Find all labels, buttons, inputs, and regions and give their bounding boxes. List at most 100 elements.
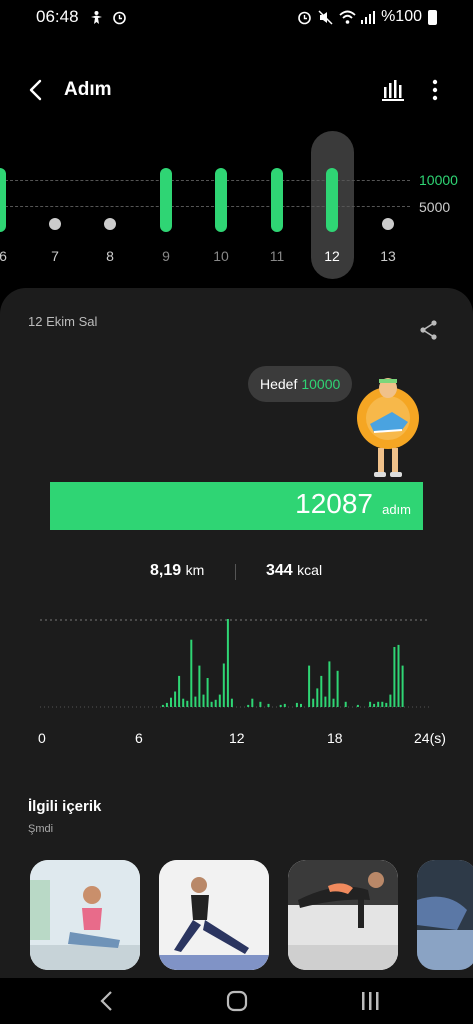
hourly-bar xyxy=(251,698,254,707)
hourly-steps-chart: 0 6 12 18 24(s) xyxy=(38,618,446,746)
back-arrow-icon[interactable] xyxy=(22,76,50,104)
hourly-bar xyxy=(389,694,392,707)
nav-home-icon[interactable] xyxy=(222,986,252,1016)
steps-count: 12087 xyxy=(295,488,373,519)
hourly-bar xyxy=(320,675,323,707)
day-label-11[interactable]: 11 xyxy=(262,248,292,264)
day-label-6[interactable]: 6 xyxy=(0,248,18,264)
day-bar-11[interactable] xyxy=(271,168,283,232)
hourly-bar xyxy=(218,694,221,707)
goal-low-label: 5000 xyxy=(419,199,451,215)
related-video-thumbnail[interactable] xyxy=(159,860,269,970)
day-bar-10[interactable] xyxy=(215,168,227,232)
related-video-thumbnail[interactable] xyxy=(288,860,398,970)
mute-icon xyxy=(318,9,333,25)
mascot-illustration xyxy=(352,364,424,482)
distance-value: 8,19 xyxy=(150,562,182,579)
nav-back-icon[interactable] xyxy=(92,986,122,1016)
hourly-bar xyxy=(332,698,335,707)
hourly-bar xyxy=(226,619,229,707)
day-bar-7[interactable] xyxy=(49,218,61,230)
calories-value: 344 xyxy=(266,562,293,579)
day-label-13[interactable]: 13 xyxy=(373,248,403,264)
calories-stat: 344 kcal xyxy=(266,562,322,580)
distance-unit: km xyxy=(185,562,205,578)
daily-stats: 8,19 km 344 kcal xyxy=(0,560,473,584)
hourly-bar xyxy=(230,698,233,707)
related-content-title: İlgili içerik xyxy=(28,798,102,815)
hourly-bar xyxy=(324,696,327,707)
hourly-bar xyxy=(214,699,217,707)
selected-date: 12 Ekim Sal xyxy=(28,314,98,329)
day-bar-12[interactable] xyxy=(326,168,338,232)
hourly-bar xyxy=(182,698,185,707)
day-label-10[interactable]: 10 xyxy=(206,248,236,264)
hourly-bar xyxy=(356,704,359,707)
day-bar-8[interactable] xyxy=(104,218,116,230)
hourly-bar xyxy=(344,701,347,707)
goal-line-high xyxy=(0,180,410,181)
bar-chart-icon[interactable] xyxy=(380,77,406,103)
nav-recents-icon[interactable] xyxy=(355,986,385,1016)
hourly-bar xyxy=(267,703,270,707)
day-bar-9[interactable] xyxy=(160,168,172,232)
goal-text: Hedef xyxy=(260,376,298,392)
hourly-bar xyxy=(377,701,380,707)
distance-stat: 8,19 km xyxy=(150,562,204,580)
alarm-icon xyxy=(112,10,127,25)
battery-icon xyxy=(428,9,437,25)
weekly-steps-chart[interactable]: 10000 5000 6 7 8 9 10 11 12 13 xyxy=(0,130,473,280)
stats-divider xyxy=(235,564,236,580)
hourly-bar xyxy=(186,700,189,707)
hourly-bar xyxy=(397,644,400,707)
hourly-bar xyxy=(308,665,311,707)
hourly-bar xyxy=(198,665,201,707)
steps-progress-bar: 12087 adım xyxy=(50,482,423,530)
status-time: 06:48 xyxy=(36,7,79,26)
goal-bubble: Hedef 10000 xyxy=(248,366,353,402)
hourly-bar xyxy=(165,702,168,707)
day-label-12[interactable]: 12 xyxy=(317,248,347,264)
more-options-icon[interactable] xyxy=(423,77,447,103)
day-label-9[interactable]: 9 xyxy=(151,248,181,264)
status-bar: 06:48 %100 xyxy=(0,0,473,34)
wifi-icon xyxy=(339,10,356,25)
goal-value: 10000 xyxy=(301,376,341,392)
related-video-thumbnail[interactable] xyxy=(30,860,140,970)
hourly-bar xyxy=(295,702,298,707)
day-bar-6[interactable] xyxy=(0,168,6,232)
related-video-thumbnail[interactable] xyxy=(417,860,473,970)
hourly-bar xyxy=(178,675,181,707)
hourly-bar xyxy=(316,688,319,707)
hourly-bar xyxy=(300,703,302,707)
day-label-7[interactable]: 7 xyxy=(40,248,70,264)
hourly-bar xyxy=(393,647,396,707)
hourly-chart-svg xyxy=(40,619,430,708)
hourly-bar xyxy=(369,701,372,707)
hourly-bar xyxy=(279,704,282,707)
day-bar-13[interactable] xyxy=(382,218,394,230)
hourly-bar xyxy=(194,696,197,707)
daily-detail-card: 12 Ekim Sal Hedef 10000 12087 adım 8,19 … xyxy=(0,288,473,978)
hour-tick-label: 24(s) xyxy=(414,730,446,746)
hourly-bar xyxy=(312,698,315,707)
hour-tick-label: 6 xyxy=(135,730,143,746)
hourly-bar xyxy=(190,639,193,707)
hourly-bar xyxy=(336,670,339,707)
page-title: Adım xyxy=(64,79,112,100)
hourly-bar xyxy=(381,701,384,707)
goal-high-label: 10000 xyxy=(419,172,458,188)
hour-tick-label: 18 xyxy=(327,730,343,746)
hour-tick-label: 0 xyxy=(38,730,46,746)
goal-line-low xyxy=(0,206,410,207)
hourly-bar xyxy=(202,694,205,707)
hourly-bar xyxy=(174,691,177,707)
share-icon[interactable] xyxy=(417,318,441,342)
hour-tick-label: 12 xyxy=(229,730,245,746)
day-label-8[interactable]: 8 xyxy=(95,248,125,264)
hourly-bar xyxy=(283,703,286,707)
system-nav-bar xyxy=(0,978,473,1024)
calories-unit: kcal xyxy=(297,562,323,578)
alarm-icon xyxy=(297,10,312,25)
app-bar: Adım xyxy=(0,62,473,118)
